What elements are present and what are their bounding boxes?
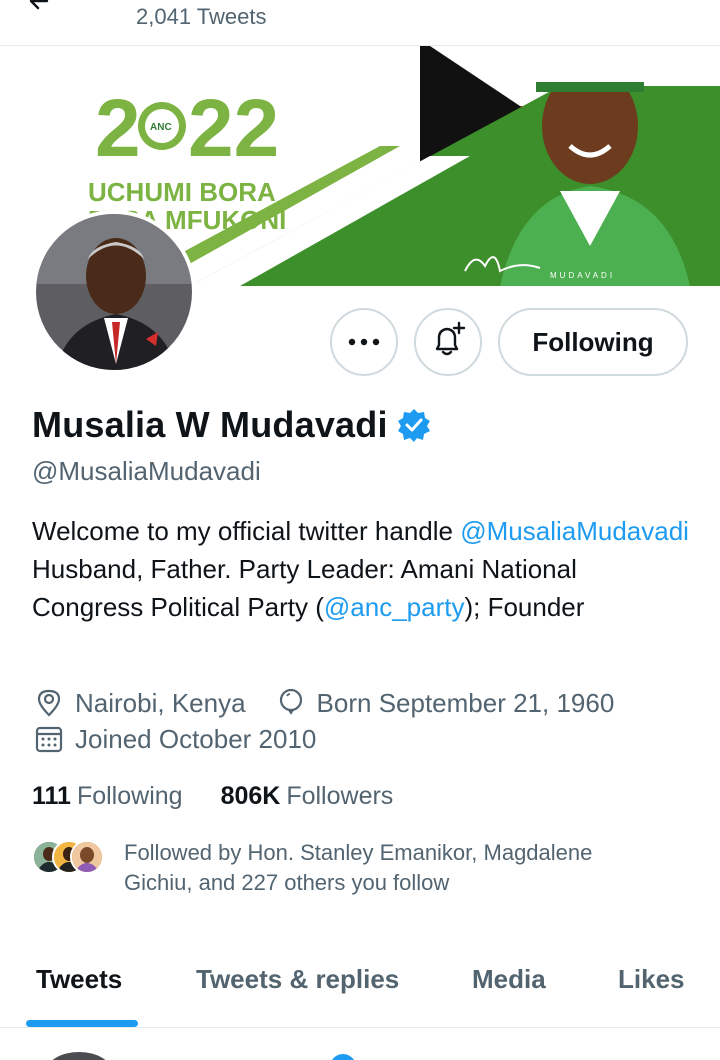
active-tab-indicator [26,1020,138,1027]
mutual-avatar [70,840,104,874]
followers-label: Followers [286,782,394,810]
name-row: Musalia W Mudavadi [32,404,432,446]
tab-tweets-and-replies[interactable]: Tweets & replies [196,964,399,995]
verified-badge-icon [330,1054,356,1060]
birthday: Born September 21, 1960 [274,686,615,720]
tweet-list-peek [0,1028,720,1060]
banner-slogan-line1: UCHUMI BORA [88,177,276,207]
joined-text: Joined October 2010 [75,723,317,754]
profile-tabs: Tweets Tweets & replies Media Likes [0,940,720,1028]
following-button[interactable]: Following [498,308,688,376]
tweet-avatar[interactable] [46,1052,112,1060]
user-handle: @MusaliaMudavadi [32,456,261,486]
bio-text-3: ); Founder [464,592,585,622]
banner-signature: MUDAVADI [550,271,615,280]
following-stat[interactable]: 111 Following [32,782,183,811]
top-bar: 2,041 Tweets [0,0,720,46]
follow-stats: 111 Following 806K Followers [32,782,431,811]
profile-bio: Welcome to my official twitter handle @M… [32,512,692,626]
tab-tweets[interactable]: Tweets [36,964,122,995]
following-count: 111 [32,782,71,810]
tab-likes[interactable]: Likes [618,964,685,995]
notifications-button[interactable] [414,308,482,376]
bio-mention-party[interactable]: @anc_party [324,592,465,622]
followers-count: 806K [220,782,281,810]
location-text: Nairobi, Kenya [75,687,246,718]
profile-actions: Following [0,308,720,376]
bio-mention-self[interactable]: @MusaliaMudavadi [460,516,689,546]
banner-year-right: 22 [188,83,279,174]
location: Nairobi, Kenya [32,686,246,720]
tab-media[interactable]: Media [472,964,546,995]
more-options-button[interactable] [330,308,398,376]
display-name: Musalia W Mudavadi [32,404,388,445]
profile-meta-line-2: Joined October 2010 [32,722,316,756]
birthday-text: Born September 21, 1960 [316,687,615,718]
banner-badge-text: ANC [150,122,172,133]
tweet-count: 2,041 Tweets [136,4,267,29]
followed-by[interactable]: Followed by Hon. Stanley Emanikor, Magda… [32,838,692,898]
followers-stat[interactable]: 806K Followers [221,782,394,811]
following-label: Following [76,782,183,810]
location-pin-icon [32,686,66,720]
mutual-avatars [32,838,112,878]
bell-plus-icon [429,321,467,364]
profile-meta-line-1: Nairobi, Kenya Born September 21, 1960 [32,686,642,720]
back-arrow-icon[interactable] [24,0,54,16]
more-icon [348,333,380,351]
bio-text-1: Welcome to my official twitter handle [32,516,461,546]
banner-year-left: 2 [95,83,141,174]
balloon-icon [274,686,308,720]
verified-badge-icon [396,407,432,443]
calendar-icon [32,722,66,756]
followed-by-text: Followed by Hon. Stanley Emanikor, Magda… [124,840,593,895]
